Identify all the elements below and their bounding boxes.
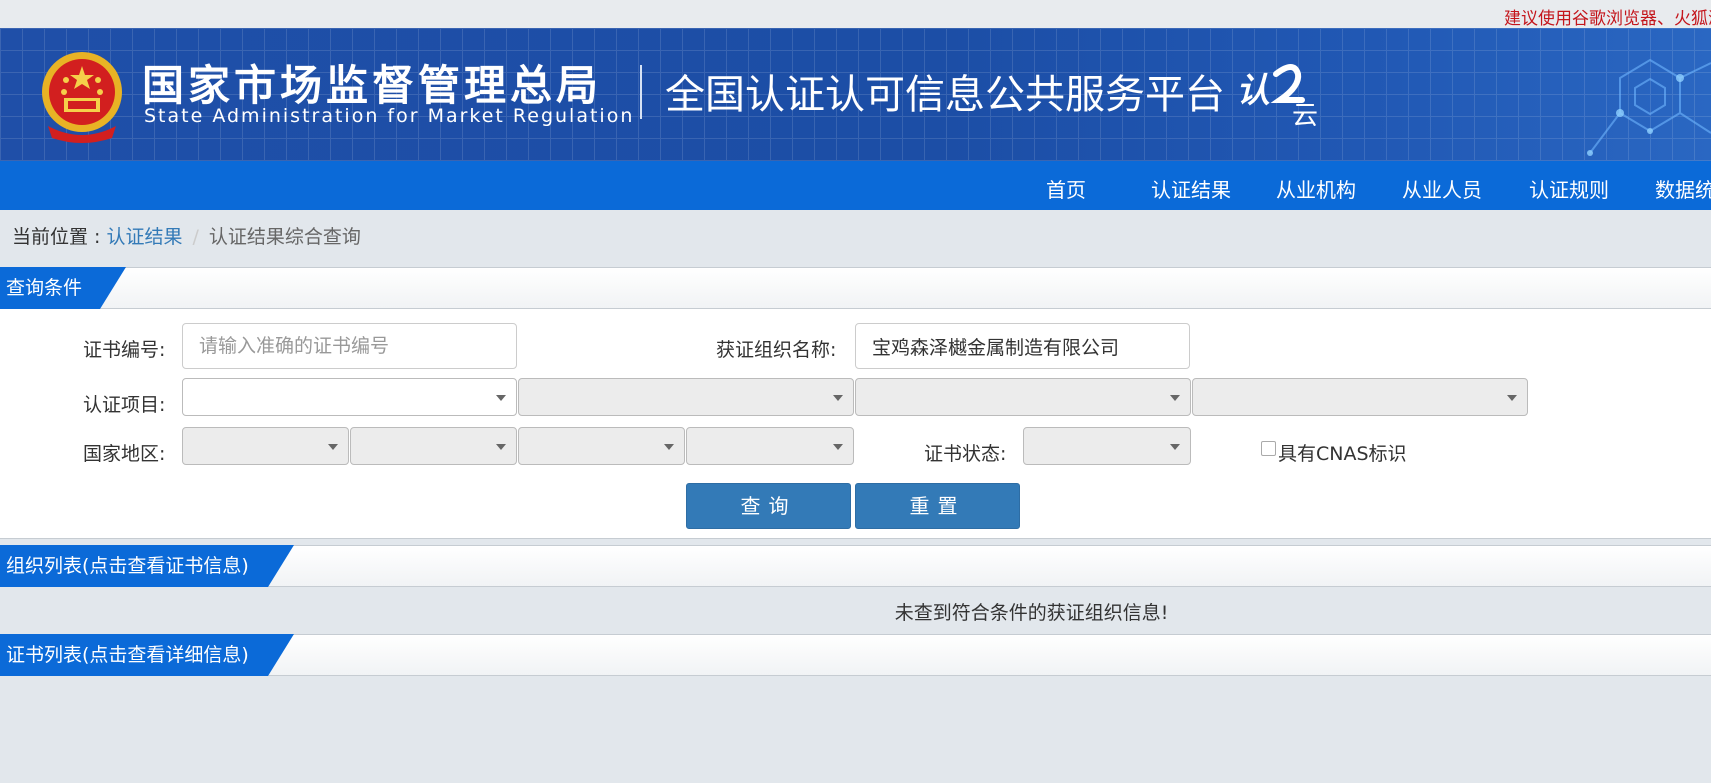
- chevron-down-icon: [664, 444, 674, 450]
- chevron-down-icon: [1170, 395, 1180, 401]
- chevron-down-icon: [496, 395, 506, 401]
- project-select-1[interactable]: [182, 378, 517, 416]
- nav-data-statistics[interactable]: 数据统计: [1655, 174, 1711, 203]
- project-select-4[interactable]: [1192, 378, 1528, 416]
- chevron-down-icon: [496, 444, 506, 450]
- renyun-logo-icon: 认 云: [1236, 64, 1318, 126]
- organization-name-en: State Administration for Market Regulati…: [144, 105, 635, 127]
- nav-institutions[interactable]: 从业机构: [1276, 174, 1356, 203]
- org-name-input[interactable]: [855, 323, 1190, 369]
- nav-cert-rules[interactable]: 认证规则: [1529, 174, 1609, 203]
- network-decoration-icon: [1587, 58, 1711, 156]
- nav-cert-results[interactable]: 认证结果: [1151, 174, 1231, 203]
- browser-notice: 建议使用谷歌浏览器、火狐浏览器: [1504, 9, 1711, 29]
- breadcrumb-separator: /: [192, 226, 199, 248]
- nav-home[interactable]: 首页: [1046, 174, 1086, 203]
- chevron-down-icon: [1170, 444, 1180, 450]
- project-select-3[interactable]: [855, 378, 1191, 416]
- cnas-label: 具有CNAS标识: [1278, 443, 1407, 465]
- org-list-empty-message: 未查到符合条件的获证组织信息!: [894, 602, 1169, 624]
- national-emblem-icon: [42, 52, 122, 143]
- header-divider: [640, 65, 642, 119]
- org-name-label: 获证组织名称:: [716, 339, 837, 361]
- site-header: 国家市场监督管理总局 State Administration for Mark…: [0, 28, 1711, 161]
- cert-no-label: 证书编号:: [83, 339, 166, 361]
- reset-button[interactable]: 重置: [855, 483, 1020, 529]
- org-list-title: 组织列表(点击查看证书信息): [0, 545, 294, 587]
- query-section-header: 查询条件: [0, 267, 1711, 309]
- breadcrumb-current-label: 当前位置 :: [12, 226, 107, 248]
- status-label: 证书状态:: [924, 443, 1007, 465]
- breadcrumb: 当前位置 : 认证结果 / 认证结果综合查询: [12, 222, 361, 249]
- region-select-4[interactable]: [686, 427, 854, 465]
- region-select-1[interactable]: [182, 427, 349, 465]
- region-select-2[interactable]: [350, 427, 517, 465]
- chevron-down-icon: [833, 395, 843, 401]
- chevron-down-icon: [1507, 395, 1517, 401]
- chevron-down-icon: [328, 444, 338, 450]
- project-label: 认证项目:: [83, 394, 166, 416]
- top-notice-bar: 建议使用谷歌浏览器、火狐浏览器: [0, 0, 1711, 29]
- status-select[interactable]: [1023, 427, 1191, 465]
- region-label: 国家地区:: [83, 443, 166, 465]
- breadcrumb-active: 认证结果综合查询: [208, 226, 361, 248]
- project-select-2[interactable]: [518, 378, 854, 416]
- cert-list-header: 证书列表(点击查看详细信息): [0, 634, 1711, 676]
- org-list-header: 组织列表(点击查看证书信息): [0, 545, 1711, 587]
- cert-list-title: 证书列表(点击查看详细信息): [0, 634, 294, 676]
- chevron-down-icon: [833, 444, 843, 450]
- cert-no-input[interactable]: [182, 323, 517, 369]
- svg-text:认: 认: [1236, 71, 1270, 111]
- region-select-3[interactable]: [518, 427, 685, 465]
- breadcrumb-parent-link[interactable]: 认证结果: [106, 226, 182, 248]
- platform-title: 全国认证认可信息公共服务平台: [665, 72, 1225, 118]
- query-section-title: 查询条件: [0, 267, 126, 309]
- main-nav: 首页 认证结果 从业机构 从业人员 认证规则 数据统计: [0, 161, 1711, 210]
- nav-personnel[interactable]: 从业人员: [1402, 174, 1482, 203]
- svg-text:云: 云: [1292, 101, 1318, 126]
- query-button[interactable]: 查询: [686, 483, 851, 529]
- cnas-checkbox[interactable]: [1261, 441, 1276, 456]
- organization-name-cn: 国家市场监督管理总局: [142, 61, 603, 110]
